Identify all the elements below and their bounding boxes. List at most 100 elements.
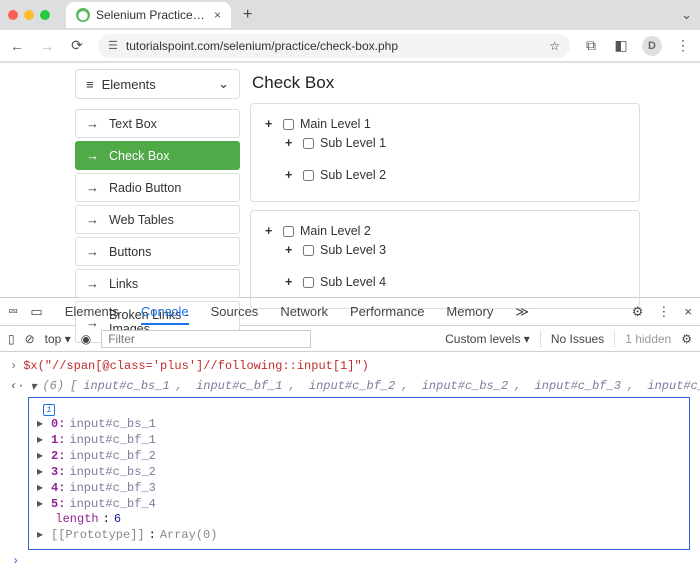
tree-node-sub-3[interactable]: + Sub Level 3 <box>285 243 625 257</box>
checkbox-sub-1[interactable] <box>303 138 314 149</box>
result-count: (6) <box>42 379 64 393</box>
array-entry[interactable]: ▸5: input#c_bf_4 <box>37 496 681 512</box>
menu-icon[interactable]: ⋮ <box>657 304 670 320</box>
checkbox-sub-4[interactable] <box>303 277 314 288</box>
expand-icon[interactable]: + <box>285 136 297 150</box>
hidden-label: 1 hidden <box>625 332 671 346</box>
sidebar-header-label: Elements <box>102 77 156 92</box>
maximize-window-button[interactable] <box>40 10 50 20</box>
chevron-down-icon[interactable]: ‹· <box>10 379 24 393</box>
side-panel-icon[interactable]: ◧ <box>612 37 630 54</box>
expand-icon[interactable]: + <box>285 275 297 289</box>
minimize-window-button[interactable] <box>24 10 34 20</box>
tab-title: Selenium Practice - Check B <box>96 8 208 22</box>
console-sidebar-icon[interactable]: ▯ <box>8 332 15 346</box>
forward-button: → <box>38 38 56 54</box>
address-bar[interactable]: ☰ tutorialspoint.com/selenium/practice/c… <box>98 34 570 58</box>
checkbox-main-1[interactable] <box>283 119 294 130</box>
tree-panel-2: + Main Level 2 + Sub Level 3 + Sub Level… <box>250 210 640 309</box>
sidebar-header[interactable]: ≡ Elements ⌄ <box>75 69 240 99</box>
console-command-row: › $x("//span[@class='plus']//following::… <box>10 356 690 376</box>
devtools-tab-memory[interactable]: Memory <box>446 304 493 319</box>
expand-icon[interactable]: + <box>285 168 297 182</box>
sidebar-item-buttons[interactable]: → Buttons <box>75 237 240 266</box>
favicon-icon: ⬤ <box>76 8 90 22</box>
checkbox-main-2[interactable] <box>283 226 294 237</box>
chevron-down-icon[interactable]: ⌄ <box>681 7 692 23</box>
reload-button[interactable]: ⟳ <box>68 37 86 54</box>
browser-tab[interactable]: ⬤ Selenium Practice - Check B × <box>66 2 231 28</box>
tree-label: Sub Level 4 <box>320 275 386 289</box>
tree-node-sub-1[interactable]: + Sub Level 1 <box>285 136 625 150</box>
arrow-right-icon: → <box>86 180 99 195</box>
main-content: Check Box + Main Level 1 + Sub Level 1 +… <box>250 69 700 297</box>
checkbox-sub-2[interactable] <box>303 170 314 181</box>
sidebar-item-text-box[interactable]: → Text Box <box>75 109 240 138</box>
close-tab-icon[interactable]: × <box>214 8 221 22</box>
prompt-icon: › <box>10 359 17 373</box>
gear-icon[interactable]: ⚙ <box>632 304 644 320</box>
eye-icon[interactable]: ◉ <box>81 332 91 346</box>
devtools-tab-network[interactable]: Network <box>280 304 328 319</box>
sidebar-item-label: Check Box <box>109 149 169 163</box>
hamburger-icon: ≡ <box>86 77 94 92</box>
profile-avatar[interactable]: D <box>642 36 662 56</box>
tree-panel-1: + Main Level 1 + Sub Level 1 + Sub Level… <box>250 103 640 202</box>
expand-icon[interactable]: + <box>265 117 277 131</box>
issues-label[interactable]: No Issues <box>551 332 604 346</box>
devtools-tab-performance[interactable]: Performance <box>350 304 424 319</box>
devtools-tab-elements[interactable]: Elements <box>65 304 119 319</box>
sidebar-item-label: Links <box>109 277 138 291</box>
tree-node-main-2[interactable]: + Main Level 2 <box>265 224 625 238</box>
menu-icon[interactable]: ⋮ <box>674 37 692 54</box>
close-window-button[interactable] <box>8 10 18 20</box>
array-entry[interactable]: ▸1: input#c_bf_1 <box>37 432 681 448</box>
gear-icon[interactable]: ⚙ <box>681 332 692 346</box>
checkbox-sub-3[interactable] <box>303 245 314 256</box>
sidebar-item-radio-button[interactable]: → Radio Button <box>75 173 240 202</box>
sidebar: ≡ Elements ⌄ → Text Box → Check Box → Ra… <box>75 69 240 297</box>
array-entry[interactable]: ▸3: input#c_bs_2 <box>37 464 681 480</box>
arrow-right-icon: → <box>86 244 99 259</box>
devtools-tab-sources[interactable]: Sources <box>211 304 259 319</box>
more-tabs-icon[interactable]: ≫ <box>515 304 529 320</box>
sidebar-item-check-box[interactable]: → Check Box <box>75 141 240 170</box>
devtools-panel: ⮹ ▭ Elements Console Sources Network Per… <box>0 298 700 556</box>
tree-label: Main Level 1 <box>300 117 371 131</box>
back-button[interactable]: ← <box>8 38 26 54</box>
array-entry[interactable]: ▸0: input#c_bs_1 <box>37 416 681 432</box>
extensions-icon[interactable]: ⧉ <box>582 37 600 54</box>
array-prototype[interactable]: ▸[[Prototype]]: Array(0) <box>37 527 681 543</box>
tree-node-sub-4[interactable]: + Sub Level 4 <box>285 275 625 289</box>
devtools-tab-console[interactable]: Console <box>141 304 189 325</box>
console-result-summary[interactable]: ‹· ▾ (6) [ input#c_bs_1, input#c_bf_1, i… <box>10 376 690 397</box>
console-command-text: $x("//span[@class='plus']//following::in… <box>23 359 369 373</box>
levels-selector[interactable]: Custom levels ▾ <box>445 332 530 346</box>
device-toolbar-icon[interactable]: ▭ <box>30 304 42 320</box>
arrow-right-icon: → <box>86 276 99 291</box>
filter-input[interactable] <box>101 330 311 348</box>
tree-node-main-1[interactable]: + Main Level 1 <box>265 117 625 131</box>
info-icon[interactable]: i <box>43 404 55 416</box>
new-tab-button[interactable]: + <box>237 6 258 24</box>
bookmark-star-icon[interactable]: ☆ <box>549 39 560 53</box>
array-entry[interactable]: ▸4: input#c_bf_3 <box>37 480 681 496</box>
context-selector[interactable]: top ▾ <box>45 332 71 346</box>
sidebar-item-label: Radio Button <box>109 181 181 195</box>
tab-strip: ⬤ Selenium Practice - Check B × + ⌄ <box>0 0 700 30</box>
browser-toolbar: ← → ⟳ ☰ tutorialspoint.com/selenium/prac… <box>0 30 700 62</box>
array-entry[interactable]: ▸2: input#c_bf_2 <box>37 448 681 464</box>
tree-label: Sub Level 1 <box>320 136 386 150</box>
expand-icon[interactable]: + <box>265 224 277 238</box>
tree-node-sub-2[interactable]: + Sub Level 2 <box>285 168 625 182</box>
sidebar-item-links[interactable]: → Links <box>75 269 240 298</box>
console-prompt[interactable]: › <box>10 550 690 567</box>
chevron-down-icon: ⌄ <box>218 76 229 92</box>
clear-console-icon[interactable]: ⊘ <box>25 332 35 346</box>
close-icon[interactable]: × <box>684 304 692 319</box>
expand-icon[interactable]: + <box>285 243 297 257</box>
sidebar-item-web-tables[interactable]: → Web Tables <box>75 205 240 234</box>
disclosure-triangle[interactable]: ▾ <box>30 379 36 394</box>
site-info-icon[interactable]: ☰ <box>108 39 118 52</box>
inspect-icon[interactable]: ⮹ <box>8 304 18 320</box>
